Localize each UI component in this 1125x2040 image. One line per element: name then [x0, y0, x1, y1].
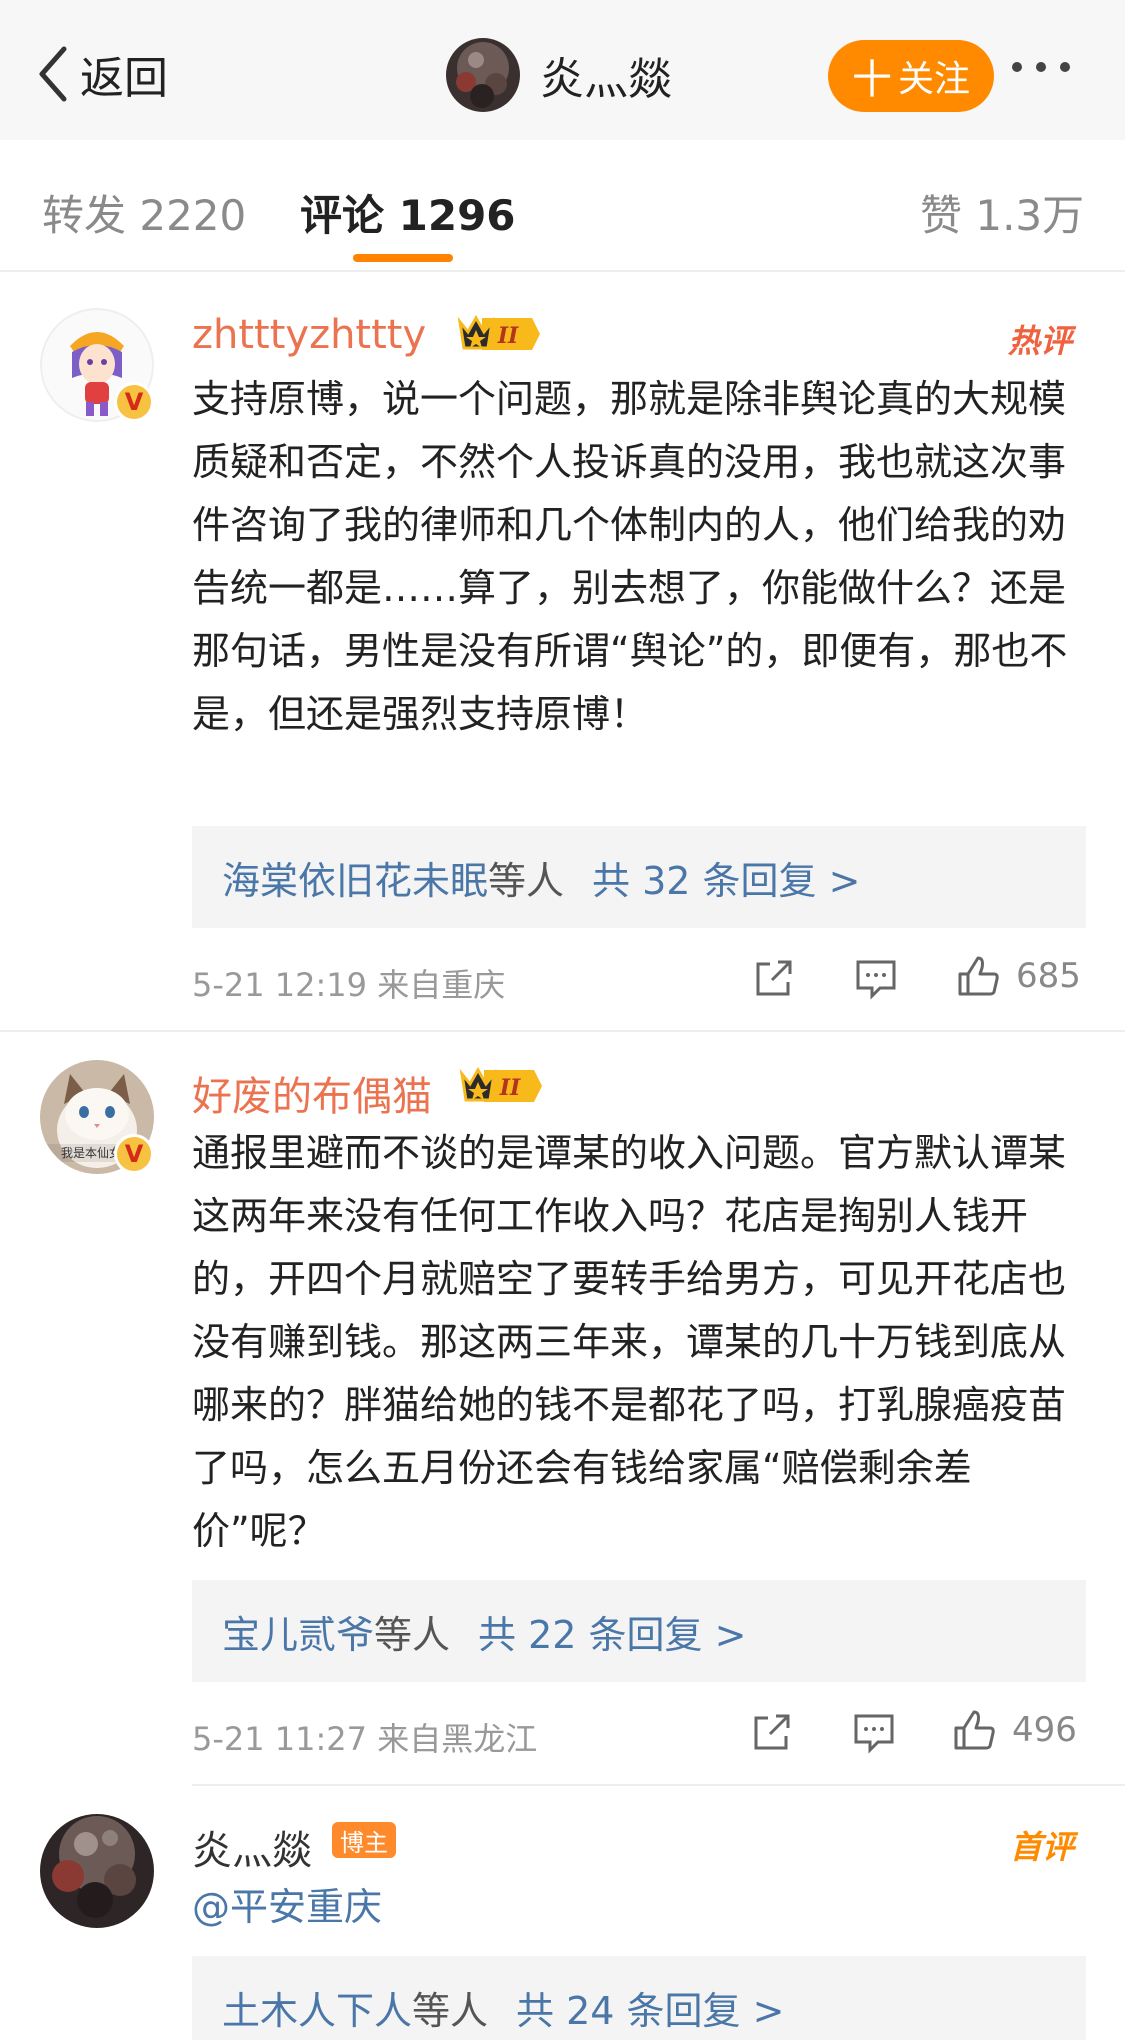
replies-link[interactable]: 宝儿贰爷 等人 共 22 条回复 >: [192, 1580, 1086, 1682]
reply-count: 共 32 条回复 >: [592, 858, 861, 903]
like-button[interactable]: 685: [954, 952, 1081, 1000]
reply-suffix: 等人: [412, 1988, 489, 2033]
mention-link[interactable]: @平安重庆: [192, 1885, 382, 1929]
comment-username[interactable]: 炎灬燚: [192, 1818, 312, 1876]
dot: [1036, 62, 1046, 72]
tab-repost[interactable]: 转发 2220: [42, 182, 246, 243]
reply-user: 海棠依旧花未眠: [222, 858, 489, 903]
tab-active-indicator: [353, 254, 453, 262]
first-comment-badge: 首评: [1010, 1828, 1075, 1866]
author-badge: 博主: [332, 1822, 396, 1858]
divider: [192, 1784, 1125, 1786]
share-button[interactable]: [748, 1708, 796, 1756]
tab-comments[interactable]: 评论 1296: [300, 182, 516, 243]
follow-label: 关注: [897, 59, 970, 100]
reply-user: 宝儿贰爷: [222, 1612, 375, 1657]
more-options-icon[interactable]: [1012, 62, 1070, 72]
comment-icon: [854, 1714, 894, 1754]
chevron-left-icon: [39, 46, 67, 102]
replies-link[interactable]: 土木人下人 等人 共 24 条回复 >: [192, 1956, 1086, 2040]
like-icon: [958, 956, 999, 996]
like-button[interactable]: 496: [950, 1706, 1077, 1754]
like-count: 685: [1016, 956, 1081, 996]
crown-icon: II: [459, 1066, 542, 1102]
comment-icon: [856, 960, 896, 1000]
top-bar: 返回 炎灬燚 十 关注: [0, 0, 1125, 140]
comment-meta: 5-21 12:19 来自重庆: [192, 966, 506, 1004]
avatar[interactable]: [40, 1814, 154, 1928]
reply-button[interactable]: [852, 954, 900, 1002]
header-title[interactable]: 炎灬燚: [446, 38, 672, 112]
verified-icon: V: [114, 382, 154, 422]
back-label: 返回: [80, 53, 168, 104]
svg-text:II: II: [497, 323, 519, 349]
follow-button[interactable]: 十 关注: [828, 40, 994, 112]
share-icon: [756, 960, 792, 996]
share-button[interactable]: [750, 954, 798, 1002]
divider: [0, 1030, 1125, 1032]
dot: [1012, 62, 1022, 72]
svg-text:II: II: [499, 1075, 521, 1101]
replies-link[interactable]: 海棠依旧花未眠 等人 共 32 条回复 >: [192, 826, 1086, 928]
reply-user: 土木人下人: [222, 1988, 413, 2033]
verified-icon: V: [114, 1134, 154, 1174]
avatar[interactable]: [446, 38, 520, 112]
crown-icon: II: [457, 314, 540, 350]
reply-suffix: 等人: [488, 858, 565, 903]
dot: [1060, 62, 1070, 72]
plus-icon: 十: [851, 57, 892, 103]
comment-username[interactable]: zhtttyzhttty: [192, 312, 426, 358]
reply-suffix: 等人: [374, 1612, 451, 1657]
tab-bar: 转发 2220 评论 1296 赞 1.3万: [0, 140, 1125, 272]
comment-text: 通报里避而不谈的是谭某的收入问题。官方默认谭某这两年来没有任何工作收入吗？花店是…: [192, 1131, 1067, 1553]
tab-likes[interactable]: 赞 1.3万: [920, 182, 1084, 243]
comment-username[interactable]: 好废的布偶猫: [192, 1064, 432, 1122]
comment-text: @平安重庆: [192, 1876, 1082, 1939]
share-icon: [754, 1714, 790, 1750]
comment-meta: 5-21 11:27 来自黑龙江: [192, 1720, 538, 1758]
reply-count: 共 22 条回复 >: [478, 1612, 747, 1657]
back-button[interactable]: 返回: [34, 44, 168, 104]
reply-count: 共 24 条回复 >: [516, 1988, 785, 2033]
like-count: 496: [1012, 1710, 1077, 1750]
like-icon: [954, 1710, 995, 1750]
hot-comment-badge: 热评: [1008, 322, 1073, 360]
comment-text: 支持原博，说一个问题，那就是除非舆论真的大规模质疑和否定，不然个人投诉真的没用，…: [192, 377, 1068, 736]
page-title: 炎灬燚: [540, 54, 672, 105]
reply-button[interactable]: [850, 1708, 898, 1756]
